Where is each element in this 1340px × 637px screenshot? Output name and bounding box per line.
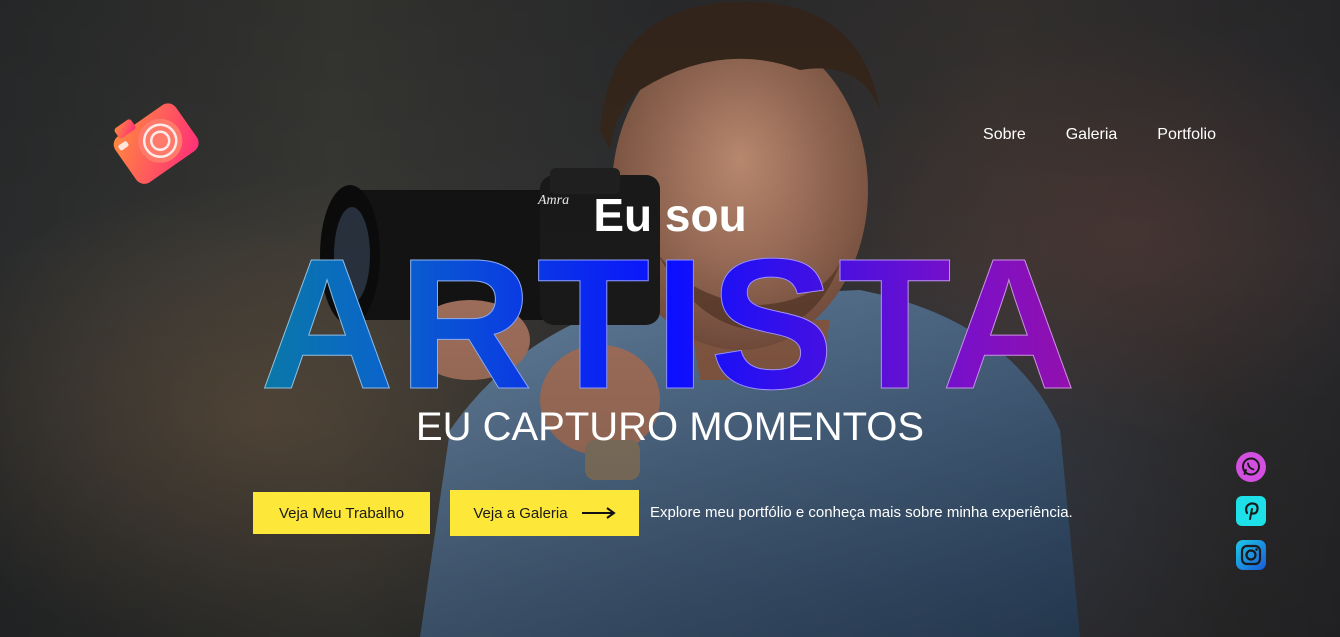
view-work-label: Veja Meu Trabalho xyxy=(278,504,405,522)
view-gallery-button[interactable]: Veja a Galeria xyxy=(450,490,639,536)
whatsapp-icon[interactable] xyxy=(1236,452,1266,482)
main-nav: Sobre Galeria Portfolio xyxy=(983,126,1216,144)
camera-logo-icon[interactable] xyxy=(108,94,202,190)
pinterest-icon[interactable] xyxy=(1236,496,1266,526)
nav-link-portfolio[interactable]: Portfolio xyxy=(1157,126,1216,144)
nav-link-galeria[interactable]: Galeria xyxy=(1066,126,1118,144)
view-work-button[interactable]: Veja Meu Trabalho xyxy=(253,492,430,534)
arrow-right-icon xyxy=(581,507,616,519)
hero-section: Amra Sobre Galeria Portfolio Eu sou ARTI… xyxy=(0,0,1340,637)
view-gallery-label: Veja a Galeria xyxy=(473,504,568,522)
nav-link-sobre[interactable]: Sobre xyxy=(983,126,1026,144)
hero-title: ARTISTA xyxy=(0,231,1340,418)
hero-tagline: EU CAPTURO MOMENTOS xyxy=(415,405,925,449)
hero-description: Explore meu portfólio e conheça mais sob… xyxy=(650,504,1073,521)
instagram-icon[interactable] xyxy=(1236,540,1266,570)
